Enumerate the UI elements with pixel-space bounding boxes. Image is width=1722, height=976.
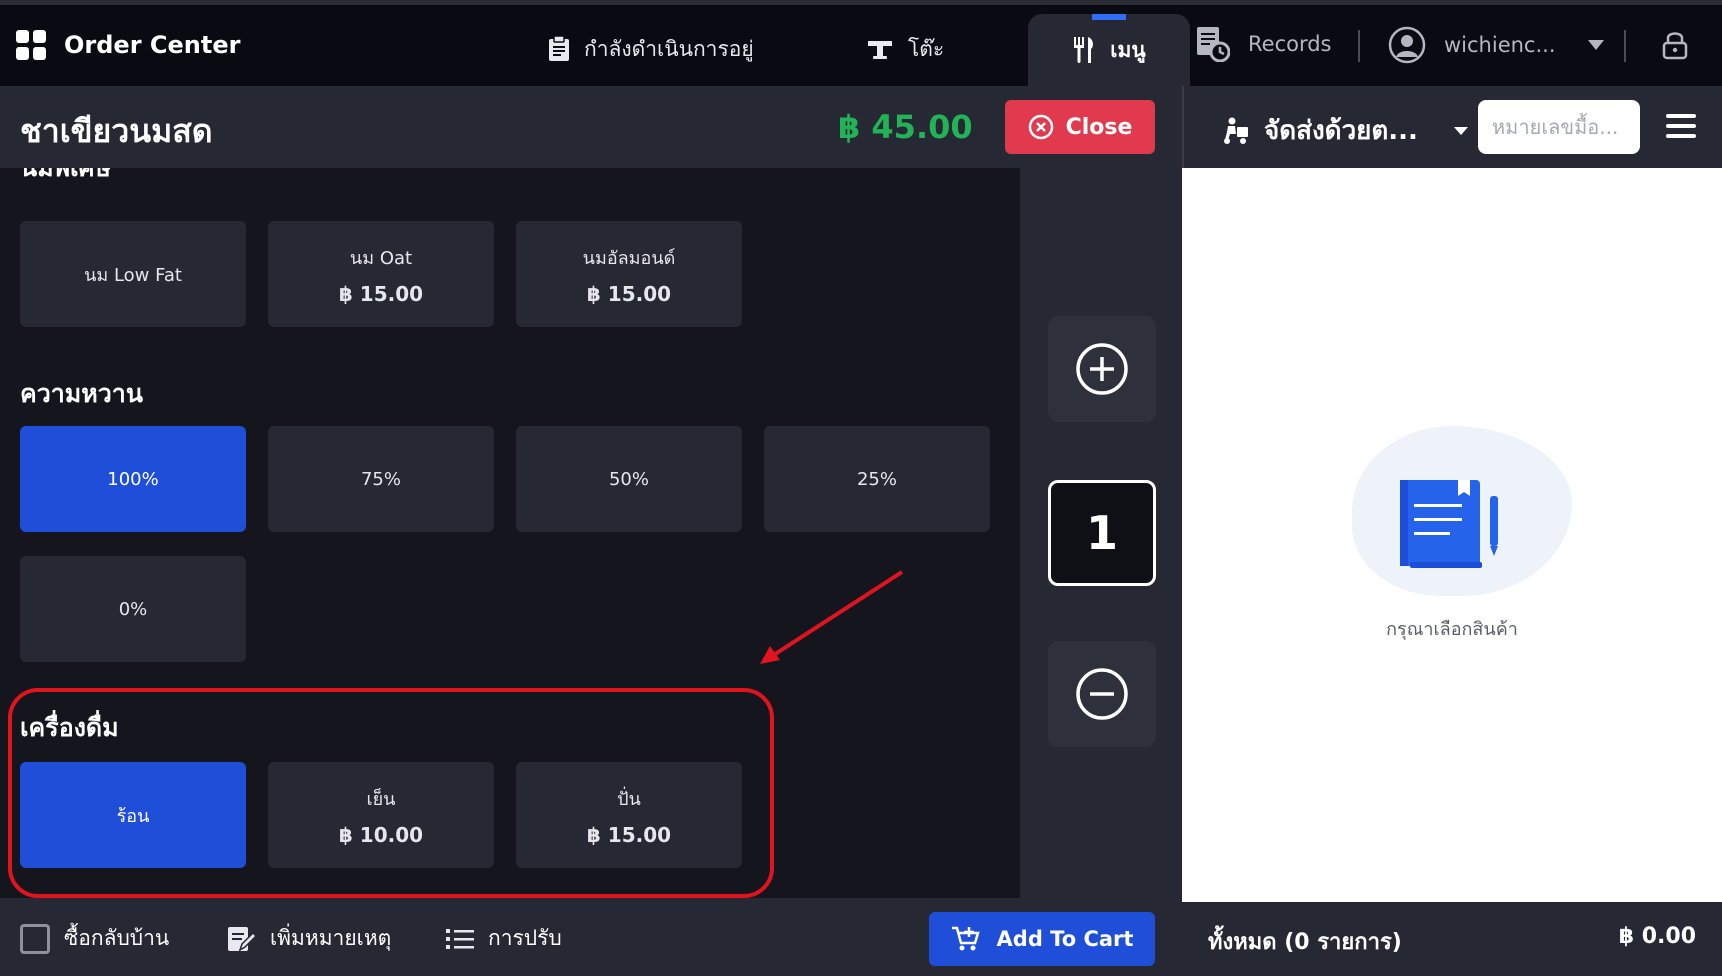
option-milk-lowfat[interactable]: นม Low Fat — [20, 221, 246, 327]
top-divider — [0, 0, 1722, 5]
utensils-icon — [1074, 37, 1094, 63]
cart-total-value: ฿ 0.00 — [1618, 924, 1696, 949]
item-name: ชาเขียวนมสด — [20, 112, 213, 150]
nav-records-label: Records — [1248, 32, 1332, 56]
quantity-value[interactable]: 1 — [1048, 480, 1156, 586]
option-sweet-50[interactable]: 50% — [516, 426, 742, 532]
quantity-panel: 1 — [1020, 168, 1182, 898]
add-note-button[interactable]: เพิ่มหมายเหตุ — [226, 922, 391, 955]
cart-plus-icon — [951, 926, 980, 951]
menu-icon[interactable] — [1666, 114, 1696, 144]
option-sweet-0[interactable]: 0% — [20, 556, 246, 662]
divider — [1358, 30, 1360, 62]
item-header: ชาเขียวนมสด ฿ 45.00 Close — [0, 86, 1182, 168]
option-label: นม Oat — [349, 247, 413, 269]
divider — [1624, 30, 1626, 62]
option-label: 50% — [608, 468, 649, 490]
takeaway-checkbox[interactable]: ซื้อกลับบ้าน — [20, 922, 169, 955]
option-label: ร้อน — [116, 805, 150, 827]
minus-circle-icon — [1076, 668, 1128, 720]
clipboard-icon — [549, 36, 569, 61]
add-note-label: เพิ่มหมายเหตุ — [270, 926, 392, 950]
chevron-down-icon — [1453, 126, 1468, 135]
close-button-label: Close — [1065, 114, 1133, 140]
option-sweet-25[interactable]: 25% — [764, 426, 990, 532]
nav-records[interactable]: Records — [1196, 26, 1332, 62]
option-label: 100% — [107, 468, 159, 490]
active-tab-indicator — [1092, 14, 1126, 20]
checkbox[interactable] — [20, 923, 50, 954]
option-label: นมอัลมอนด์ — [582, 247, 676, 269]
increment-button[interactable] — [1048, 316, 1156, 422]
option-label: นม Low Fat — [84, 264, 182, 286]
decrement-button[interactable] — [1048, 641, 1156, 747]
takeaway-label: ซื้อกลับบ้าน — [64, 926, 170, 950]
delivery-select[interactable]: จัดส่งด้วยต... — [1220, 110, 1468, 151]
option-label: 0% — [118, 598, 148, 620]
tab-menu-label: เมนู — [1110, 37, 1146, 62]
edit-note-icon — [228, 926, 256, 952]
option-drink-frappe[interactable]: ปั่น ฿ 15.00 — [516, 762, 742, 868]
item-price: ฿ 45.00 — [838, 108, 973, 146]
chevron-down-icon — [1587, 40, 1604, 50]
list-icon — [446, 928, 474, 949]
adjust-button[interactable]: การปรับ — [446, 922, 562, 955]
option-label: 75% — [360, 468, 401, 490]
lock-icon[interactable] — [1662, 30, 1688, 64]
cart-panel: กรุณาเลือกสินค้า — [1182, 168, 1722, 902]
tab-menu[interactable]: เมนู — [1028, 14, 1190, 86]
delivery-label: จัดส่งด้วยต... — [1264, 116, 1418, 146]
nav-table[interactable]: โต๊ะ — [866, 12, 944, 86]
option-milk-almond[interactable]: นมอัลมอนด์ ฿ 15.00 — [516, 221, 742, 327]
plus-circle-icon — [1076, 343, 1128, 395]
option-price: ฿ 15.00 — [586, 822, 672, 847]
option-milk-oat[interactable]: นม Oat ฿ 15.00 — [268, 221, 494, 327]
avatar-icon — [1388, 26, 1426, 64]
nav-table-label: โต๊ะ — [908, 36, 945, 61]
cart-total-bar: ทั้งหมด (0 รายการ) ฿ 0.00 — [1182, 902, 1722, 976]
delivery-icon — [1224, 117, 1248, 144]
option-drink-cold[interactable]: เย็น ฿ 10.00 — [268, 762, 494, 868]
sweetness-title: ความหวาน — [20, 379, 143, 408]
option-sweet-75[interactable]: 75% — [268, 426, 494, 532]
options-panel[interactable]: นมพิเศษ นม Low Fat นม Oat ฿ 15.00 นมอัลม… — [0, 168, 1020, 898]
empty-cart-text: กรุณาเลือกสินค้า — [1386, 619, 1518, 640]
grid-icon[interactable] — [16, 30, 46, 60]
app-title: Order Center — [64, 31, 241, 59]
drink-title: เครื่องดื่ม — [20, 713, 119, 742]
option-label: ปั่น — [617, 788, 641, 810]
top-bar: Order Center กำลังดำเนินการอยู่ โต๊ะ เมน… — [0, 0, 1722, 86]
user-name: wichienc... — [1444, 33, 1556, 57]
nav-in-progress[interactable]: กำลังดำเนินการอยู่ — [548, 12, 754, 86]
footer-bar: ซื้อกลับบ้าน เพิ่มหมายเหตุ การปรับ Add T… — [0, 898, 1182, 976]
close-circle-icon — [1028, 114, 1053, 140]
add-to-cart-button[interactable]: Add To Cart — [929, 912, 1155, 966]
add-to-cart-label: Add To Cart — [996, 927, 1134, 951]
user-menu[interactable]: wichienc... — [1388, 26, 1604, 64]
option-drink-hot[interactable]: ร้อน — [20, 762, 246, 868]
order-number-input[interactable] — [1478, 100, 1640, 154]
milk-section-title: นมพิเศษ — [20, 168, 150, 198]
notebook-icon — [1400, 480, 1498, 568]
adjust-label: การปรับ — [488, 926, 562, 950]
option-price: ฿ 10.00 — [338, 822, 424, 847]
close-button[interactable]: Close — [1005, 100, 1155, 154]
option-label: เย็น — [366, 788, 396, 810]
option-label: 25% — [856, 468, 897, 490]
option-price: ฿ 15.00 — [586, 281, 672, 306]
table-icon — [868, 41, 892, 59]
order-header: จัดส่งด้วยต... — [1182, 86, 1722, 168]
records-icon — [1197, 27, 1230, 62]
nav-in-progress-label: กำลังดำเนินการอยู่ — [584, 36, 754, 61]
option-price: ฿ 15.00 — [338, 281, 424, 306]
option-sweet-100[interactable]: 100% — [20, 426, 246, 532]
cart-total-label: ทั้งหมด (0 รายการ) — [1208, 930, 1402, 955]
app-header: Order Center — [16, 30, 240, 60]
annotation-arrow — [760, 570, 904, 664]
